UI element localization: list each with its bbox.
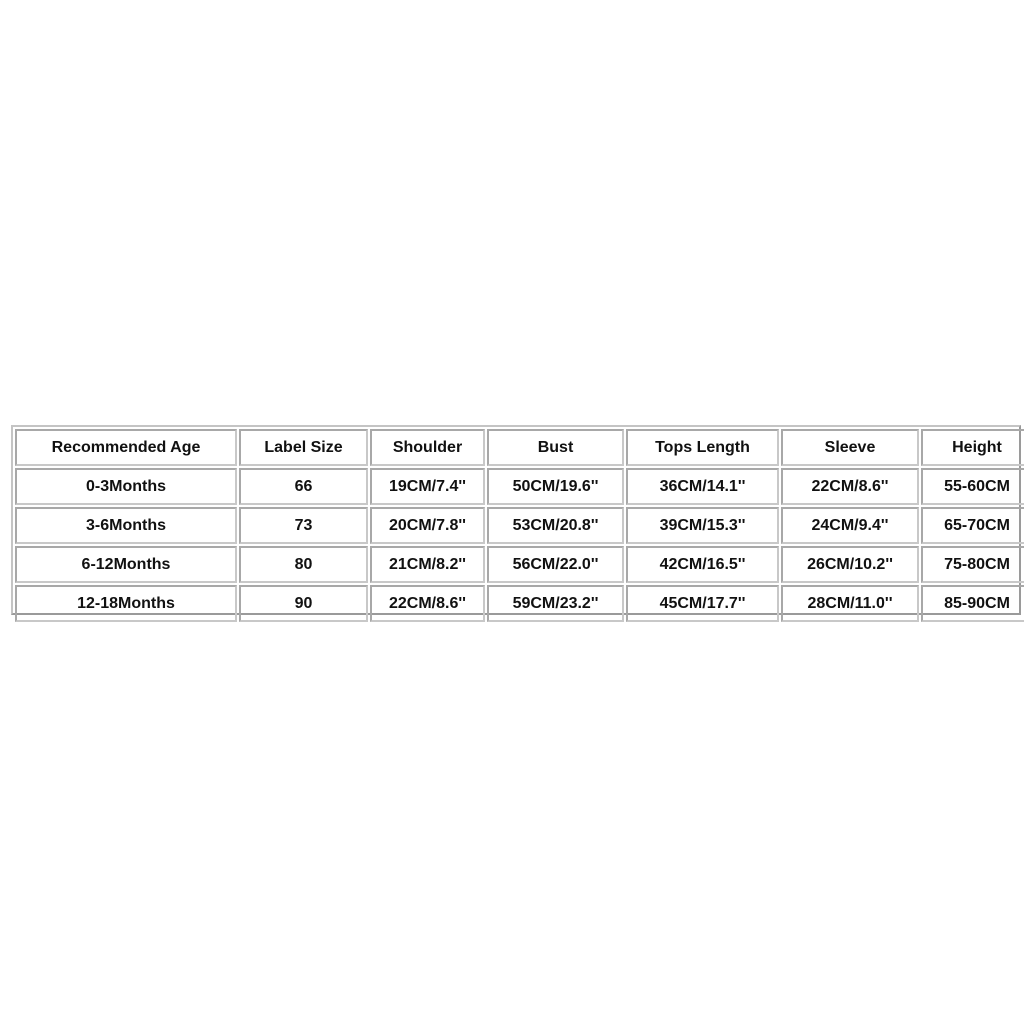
header-tops-length: Tops Length <box>626 429 779 466</box>
header-sleeve: Sleeve <box>781 429 919 466</box>
cell-recommended-age: 12-18Months <box>15 585 237 622</box>
table-row: 0-3Months 66 19CM/7.4'' 50CM/19.6'' 36CM… <box>15 468 1024 505</box>
cell-sleeve: 24CM/9.4'' <box>781 507 919 544</box>
header-row: Recommended Age Label Size Shoulder Bust… <box>15 429 1024 466</box>
cell-bust: 53CM/20.8'' <box>487 507 624 544</box>
cell-tops-length: 39CM/15.3'' <box>626 507 779 544</box>
cell-height: 85-90CM <box>921 585 1024 622</box>
table-row: 12-18Months 90 22CM/8.6'' 59CM/23.2'' 45… <box>15 585 1024 622</box>
cell-shoulder: 21CM/8.2'' <box>370 546 485 583</box>
table-row: 6-12Months 80 21CM/8.2'' 56CM/22.0'' 42C… <box>15 546 1024 583</box>
cell-recommended-age: 0-3Months <box>15 468 237 505</box>
header-label-size: Label Size <box>239 429 368 466</box>
cell-recommended-age: 6-12Months <box>15 546 237 583</box>
table-row: 3-6Months 73 20CM/7.8'' 53CM/20.8'' 39CM… <box>15 507 1024 544</box>
header-height: Height <box>921 429 1024 466</box>
cell-tops-length: 45CM/17.7'' <box>626 585 779 622</box>
cell-label-size: 73 <box>239 507 368 544</box>
cell-height: 55-60CM <box>921 468 1024 505</box>
cell-tops-length: 42CM/16.5'' <box>626 546 779 583</box>
cell-recommended-age: 3-6Months <box>15 507 237 544</box>
cell-sleeve: 28CM/11.0'' <box>781 585 919 622</box>
header-recommended-age: Recommended Age <box>15 429 237 466</box>
header-bust: Bust <box>487 429 624 466</box>
cell-sleeve: 22CM/8.6'' <box>781 468 919 505</box>
cell-bust: 56CM/22.0'' <box>487 546 624 583</box>
size-table: Recommended Age Label Size Shoulder Bust… <box>13 427 1024 624</box>
cell-label-size: 90 <box>239 585 368 622</box>
cell-tops-length: 36CM/14.1'' <box>626 468 779 505</box>
cell-height: 65-70CM <box>921 507 1024 544</box>
header-shoulder: Shoulder <box>370 429 485 466</box>
cell-bust: 59CM/23.2'' <box>487 585 624 622</box>
cell-shoulder: 19CM/7.4'' <box>370 468 485 505</box>
cell-bust: 50CM/19.6'' <box>487 468 624 505</box>
cell-label-size: 80 <box>239 546 368 583</box>
cell-shoulder: 22CM/8.6'' <box>370 585 485 622</box>
size-chart-table: Recommended Age Label Size Shoulder Bust… <box>11 425 1024 622</box>
cell-shoulder: 20CM/7.8'' <box>370 507 485 544</box>
cell-sleeve: 26CM/10.2'' <box>781 546 919 583</box>
cell-height: 75-80CM <box>921 546 1024 583</box>
cell-label-size: 66 <box>239 468 368 505</box>
